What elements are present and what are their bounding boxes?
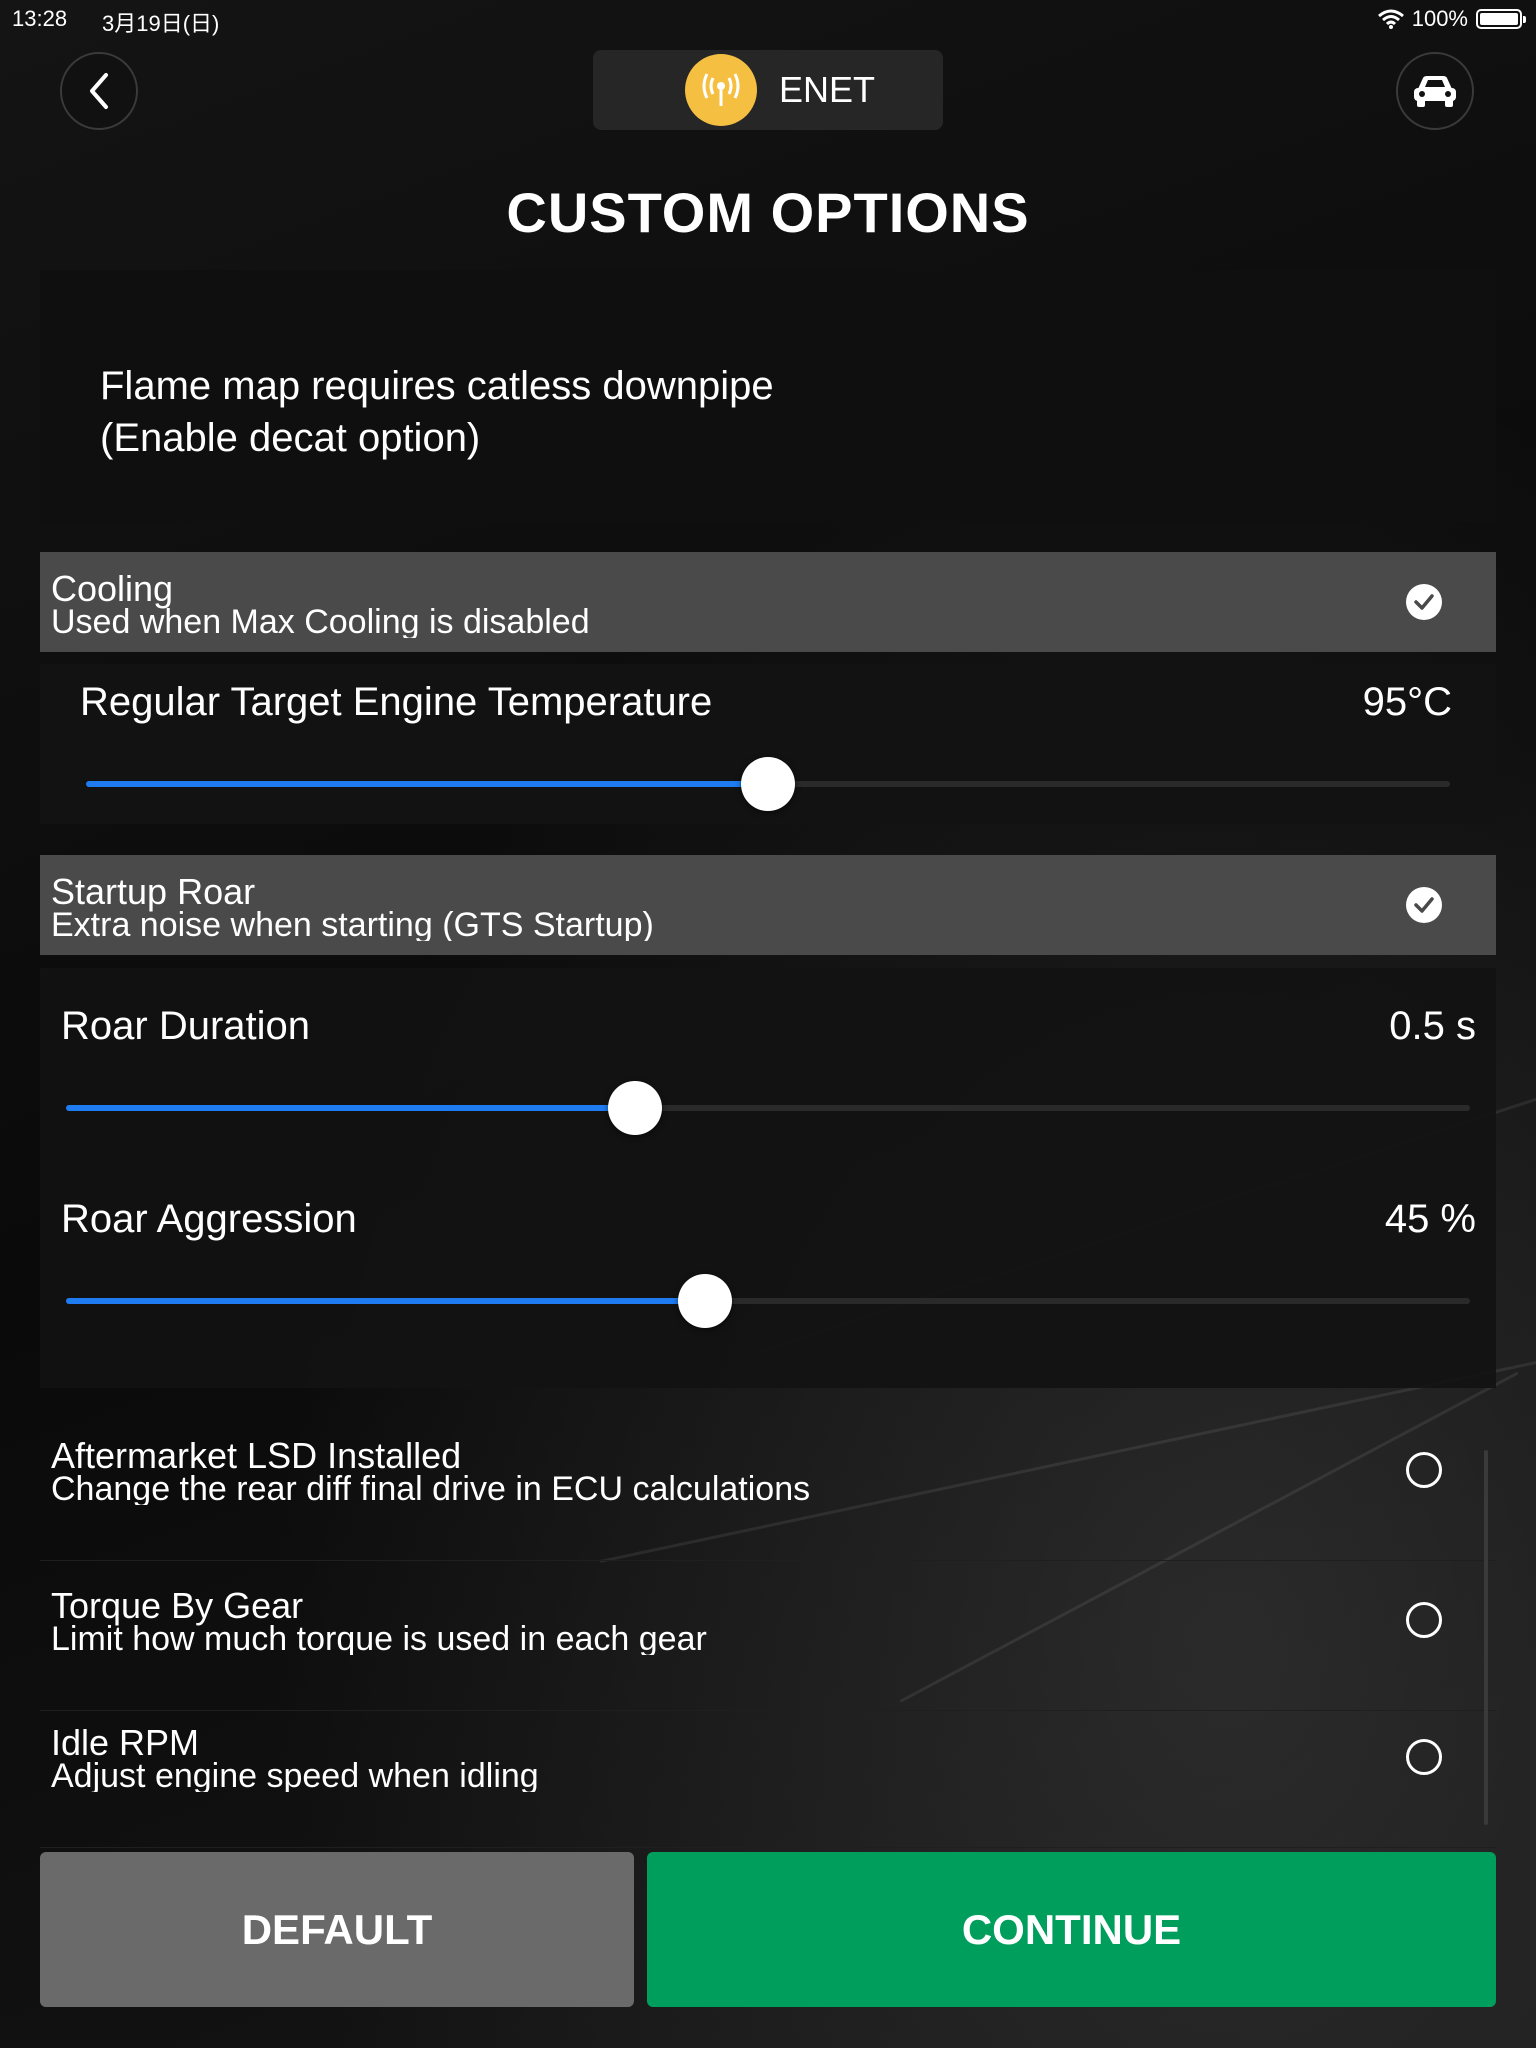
battery-percent: 100% — [1411, 6, 1468, 31]
startup-roar-panel: Roar Duration 0.5 s Roar Aggression 45 % — [40, 968, 1496, 1388]
note-line-2: (Enable decat option) — [100, 416, 481, 460]
option-title: Torque By Gear — [51, 1585, 304, 1626]
roar-aggression-label: Roar Aggression — [61, 1197, 357, 1241]
connection-label: ENET — [779, 69, 876, 110]
back-chevron-icon — [90, 73, 108, 109]
back-button[interactable] — [60, 52, 138, 130]
page-title: CUSTOM OPTIONS — [506, 181, 1030, 244]
note-line-1: Flame map requires catless downpipe — [100, 364, 774, 408]
cooling-subtitle: Used when Max Cooling is disabled — [51, 604, 590, 638]
option-title: Aftermarket LSD Installed — [51, 1435, 462, 1476]
status-date: 3月19日(日) — [102, 11, 220, 36]
startup-roar-title: Startup Roar — [51, 871, 256, 912]
roar-duration-value: 0.5 s — [1389, 1004, 1476, 1048]
option-subtitle: Change the rear diff final drive in ECU … — [51, 1471, 811, 1505]
battery-icon — [1476, 9, 1526, 29]
roar-duration-slider-thumb[interactable] — [607, 1081, 662, 1135]
option-row-torque-by-gear[interactable]: Torque By Gear Limit how much torque is … — [40, 1570, 1496, 1711]
option-radio[interactable] — [1406, 1602, 1442, 1638]
battery-fill — [1480, 13, 1518, 25]
cooling-section-header[interactable]: Cooling Used when Max Cooling is disable… — [40, 552, 1496, 652]
option-radio[interactable] — [1406, 1452, 1442, 1488]
engine-temp-slider-thumb[interactable] — [741, 757, 795, 811]
wifi-icon — [1377, 9, 1404, 29]
engine-temp-slider-fill — [86, 781, 768, 787]
flame-map-note: Flame map requires catless downpipe (Ena… — [40, 270, 1496, 522]
antenna-icon — [685, 54, 757, 126]
option-subtitle: Adjust engine speed when idling — [51, 1758, 539, 1792]
roar-duration-label: Roar Duration — [61, 1004, 311, 1048]
option-subtitle: Limit how much torque is used in each ge… — [51, 1621, 707, 1655]
status-time: 13:28 — [12, 6, 68, 31]
option-title: Idle RPM — [51, 1722, 200, 1763]
connection-indicator[interactable]: ENET — [593, 50, 943, 130]
checkmark-icon — [1414, 897, 1434, 913]
startup-roar-checkbox[interactable] — [1406, 887, 1442, 923]
option-row-idle-rpm[interactable]: Idle RPM Adjust engine speed when idling — [40, 1707, 1496, 1848]
roar-aggression-slider[interactable] — [66, 1274, 1470, 1328]
checkmark-icon — [1414, 594, 1434, 610]
roar-aggression-slider-thumb[interactable] — [677, 1274, 732, 1328]
vehicle-button[interactable] — [1396, 52, 1474, 130]
option-row-lsd[interactable]: Aftermarket LSD Installed Change the rea… — [40, 1420, 1496, 1561]
option-radio[interactable] — [1406, 1739, 1442, 1775]
cooling-checkbox[interactable] — [1406, 584, 1442, 620]
options-scrollbar[interactable] — [1484, 1450, 1488, 1825]
engine-temp-value: 95°C — [1362, 680, 1452, 724]
status-right: 100% — [1377, 6, 1526, 32]
status-bar: 13:28 3月19日(日) 100% — [0, 0, 1536, 40]
startup-roar-subtitle: Extra noise when starting (GTS Startup) — [51, 907, 654, 941]
roar-duration-slider[interactable] — [66, 1081, 1470, 1135]
roar-aggression-slider-fill — [66, 1298, 705, 1304]
car-icon — [1414, 76, 1456, 107]
engine-temperature-panel: Regular Target Engine Temperature 95°C — [40, 664, 1496, 824]
default-button[interactable]: DEFAULT — [40, 1852, 634, 2007]
engine-temp-slider[interactable] — [86, 757, 1450, 811]
continue-button[interactable]: CONTINUE — [647, 1852, 1496, 2007]
roar-aggression-value: 45 % — [1384, 1197, 1476, 1241]
startup-roar-section-header[interactable]: Startup Roar Extra noise when starting (… — [40, 855, 1496, 955]
engine-temp-label: Regular Target Engine Temperature — [80, 680, 713, 724]
cooling-title: Cooling — [51, 568, 174, 609]
roar-duration-slider-fill — [66, 1105, 635, 1111]
